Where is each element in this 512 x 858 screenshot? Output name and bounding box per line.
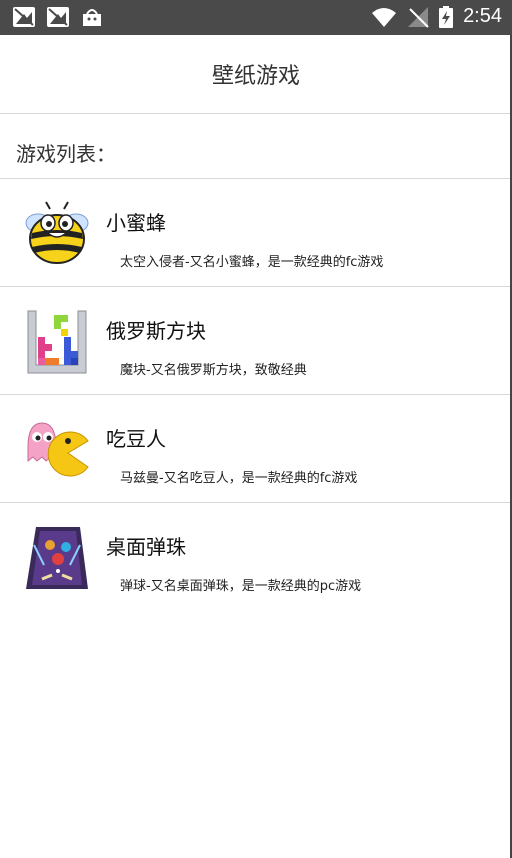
game-name: 俄罗斯方块 bbox=[106, 319, 206, 343]
game-description: 太空入侵者-又名小蜜蜂，是一款经典的fc游戏 bbox=[120, 255, 384, 270]
system-icons: 2:54 bbox=[371, 5, 502, 28]
no-signal-icon bbox=[408, 6, 429, 28]
game-item-pinball[interactable]: 桌面弹珠 弹球-又名桌面弹珠，是一款经典的pc游戏 bbox=[0, 503, 512, 610]
game-description: 马兹曼-又名吃豆人，是一款经典的fc游戏 bbox=[120, 471, 358, 486]
game-name: 小蜜蜂 bbox=[106, 211, 166, 235]
clock: 2:54 bbox=[463, 5, 502, 27]
game-item-bee[interactable]: 小蜜蜂 太空入侵者-又名小蜜蜂，是一款经典的fc游戏 bbox=[0, 179, 512, 287]
pacman-game-icon bbox=[27, 422, 89, 477]
game-name: 桌面弹珠 bbox=[106, 535, 186, 559]
game-name: 吃豆人 bbox=[106, 427, 166, 451]
image-notification-icon bbox=[47, 7, 69, 27]
battery-charging-icon bbox=[439, 5, 454, 28]
game-description: 弹球-又名桌面弹珠，是一款经典的pc游戏 bbox=[120, 579, 362, 594]
image-notification-icon bbox=[13, 7, 35, 27]
status-bar: 2:54 bbox=[0, 0, 512, 35]
game-description: 魔块-又名俄罗斯方块，致敬经典 bbox=[120, 363, 307, 378]
page-title: 壁纸游戏 bbox=[211, 64, 300, 89]
android-store-icon bbox=[83, 9, 101, 26]
pinball-game-icon bbox=[26, 527, 88, 589]
game-list: 小蜜蜂 太空入侵者-又名小蜜蜂，是一款经典的fc游戏 俄罗斯方块 魔块-又名俄罗… bbox=[0, 179, 512, 610]
section-header: 游戏列表： bbox=[0, 114, 512, 179]
tetris-game-icon bbox=[27, 310, 87, 374]
wifi-icon bbox=[372, 7, 397, 27]
app-header: 壁纸游戏 bbox=[0, 35, 512, 114]
notification-icons bbox=[12, 6, 104, 28]
game-item-pacman[interactable]: 吃豆人 马兹曼-又名吃豆人，是一款经典的fc游戏 bbox=[0, 395, 512, 503]
game-item-tetris[interactable]: 俄罗斯方块 魔块-又名俄罗斯方块，致敬经典 bbox=[0, 287, 512, 395]
section-label: 游戏列表： bbox=[16, 142, 116, 166]
bee-game-icon bbox=[25, 201, 89, 264]
